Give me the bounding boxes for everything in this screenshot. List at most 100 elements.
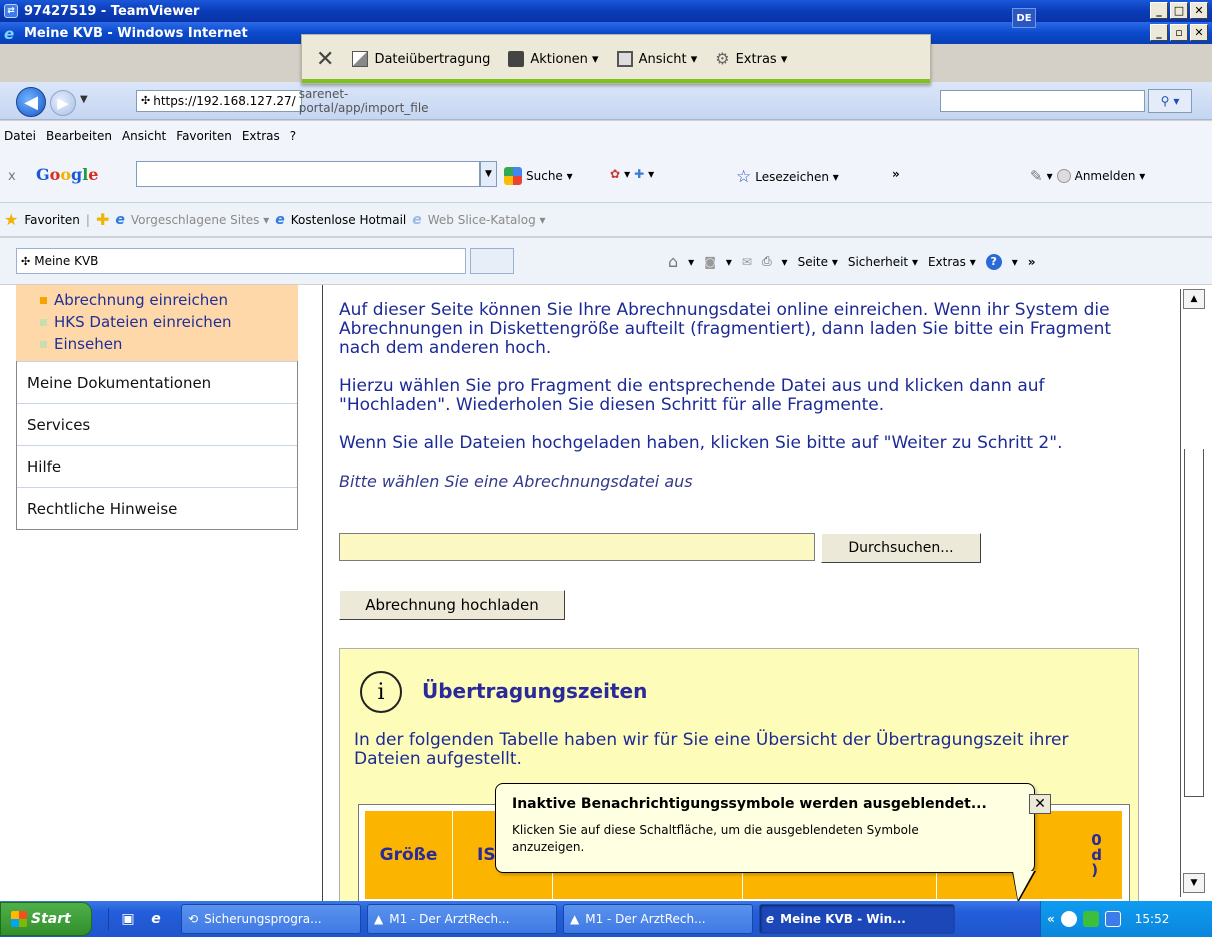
taskbar: Start ▣ e ⟲ Sicherungsprogra... ▲ M1 - Der…: [0, 901, 1212, 937]
ie-quicklaunch-icon[interactable]: e: [145, 908, 167, 930]
favorites-button[interactable]: Favoriten: [24, 213, 80, 227]
tray-expand-button[interactable]: «: [1047, 912, 1055, 926]
menu-ansicht[interactable]: Ansicht: [122, 129, 166, 143]
ie-page-icon: e: [115, 211, 125, 228]
menu-datei[interactable]: Datei: [4, 129, 36, 143]
browse-button[interactable]: Durchsuchen...: [821, 533, 981, 563]
google-search-input[interactable]: [136, 161, 480, 187]
language-indicator[interactable]: DE: [1012, 8, 1036, 28]
menu-favoriten[interactable]: Favoriten: [176, 129, 232, 143]
upload-button[interactable]: Abrechnung hochladen: [339, 590, 565, 620]
ie-page-icon: e: [412, 211, 422, 228]
taskbar-item-ie[interactable]: e Meine KVB - Win...: [759, 904, 955, 934]
more-chevron-icon[interactable]: »: [892, 167, 900, 181]
submenu-abrechnung-einreichen[interactable]: Abrechnung einreichen: [40, 289, 298, 311]
page-menu[interactable]: Seite ▾: [798, 255, 838, 269]
google-toolbar-close-button[interactable]: x: [8, 169, 16, 184]
sidebar-item-hilfe[interactable]: Hilfe: [17, 445, 297, 487]
ie-icon: e: [4, 25, 15, 43]
submenu-label: Einsehen: [54, 335, 123, 353]
clock: 15:52: [1134, 912, 1170, 926]
add-favorite-icon[interactable]: ✚: [96, 210, 109, 229]
taskbar-item-backup[interactable]: ⟲ Sicherungsprogra...: [181, 904, 361, 934]
tray-app-icon[interactable]: [1060, 911, 1077, 927]
balloon-close-button[interactable]: ✕: [1029, 794, 1051, 814]
forward-button[interactable]: ▶: [50, 90, 76, 116]
taskbar-item-arztrech-2[interactable]: ▲ M1 - Der ArztRech...: [563, 904, 753, 934]
search-button[interactable]: ⚲ ▾: [1148, 89, 1192, 113]
view-icon: [616, 51, 633, 67]
start-button[interactable]: Start: [0, 902, 92, 936]
taskbar-item-arztrech-1[interactable]: ▲ M1 - Der ArztRech...: [367, 904, 557, 934]
submenu-einsehen[interactable]: Einsehen: [40, 333, 298, 355]
scroll-down-icon[interactable]: ▼: [1183, 873, 1205, 893]
menu-help[interactable]: ?: [290, 129, 296, 143]
teamviewer-close-session-button[interactable]: ✕: [316, 47, 334, 72]
live-search-input[interactable]: [940, 90, 1145, 112]
bookmarks-label: Lesezeichen ▾: [755, 170, 839, 184]
teamviewer-title: 97427519 - TeamViewer: [24, 3, 200, 19]
sidebar-item-dokumentationen[interactable]: Meine Dokumentationen: [17, 361, 297, 403]
balloon-tail-fill: [1013, 871, 1034, 900]
command-bar: ⌂ ▾ ◙ ▾ ✉ ⎙ ▾ Seite ▾ Sicherheit ▾ Extras ▾…: [668, 252, 1036, 271]
extras-menu[interactable]: ⚙ Extras ▾: [715, 51, 787, 67]
back-button[interactable]: ◀: [16, 87, 46, 117]
ie-minimize-button[interactable]: _: [1150, 24, 1168, 41]
view-menu[interactable]: Ansicht ▾: [616, 51, 698, 67]
feeds-icon[interactable]: ◙: [704, 255, 716, 269]
view-label: Ansicht ▾: [638, 51, 698, 67]
wrench-icon: ✎: [1030, 167, 1043, 185]
app-icon: ▲: [570, 912, 580, 926]
sidebar-item-rechtliche-hinweise[interactable]: Rechtliche Hinweise: [17, 487, 297, 529]
google-search-label: Suche ▾: [526, 169, 573, 183]
help-icon[interactable]: ?: [985, 253, 1002, 270]
close-button[interactable]: ✕: [1190, 2, 1208, 19]
menu-bearbeiten[interactable]: Bearbeiten: [46, 129, 112, 143]
scroll-thumb[interactable]: [1184, 449, 1204, 797]
submenu-hks-dateien[interactable]: HKS Dateien einreichen: [40, 311, 298, 333]
google-search-dropdown-icon[interactable]: ▼: [480, 161, 497, 187]
show-desktop-icon[interactable]: ▣: [117, 908, 139, 930]
bookmarks-button[interactable]: ☆ Lesezeichen ▾: [736, 167, 839, 187]
security-menu[interactable]: Sicherheit ▾: [848, 255, 918, 269]
file-transfer-button[interactable]: Dateiübertragung: [352, 51, 490, 67]
ie-close-button[interactable]: ✕: [1190, 24, 1208, 41]
tray-network-icon[interactable]: [1082, 911, 1099, 927]
home-icon[interactable]: ⌂: [668, 252, 678, 271]
vertical-scrollbar[interactable]: ▲ ▼: [1180, 289, 1206, 897]
print-icon[interactable]: ⎙: [762, 254, 772, 269]
tools-menu[interactable]: Extras ▾: [928, 255, 976, 269]
notification-balloon[interactable]: Inaktive Benachrichtigungssymbole werden…: [495, 783, 1051, 873]
tray-teamviewer-icon[interactable]: [1104, 911, 1121, 927]
next-step-paragraph: Wenn Sie alle Dateien hochgeladen haben,…: [339, 433, 1063, 453]
google-toolbar-buttons[interactable]: ✿ ▾ ✚ ▾: [610, 167, 654, 181]
sidebar-nav: Meine Dokumentationen Services Hilfe Rec…: [16, 361, 298, 530]
instruction-paragraph: Hierzu wählen Sie pro Fragment die entsp…: [339, 376, 1045, 415]
signin-button[interactable]: ✎ ▾ Anmelden ▾: [1030, 167, 1145, 185]
actions-icon: [508, 51, 525, 67]
gear-icon: ⚙: [715, 49, 730, 68]
tab-meine-kvb[interactable]: ✣ Meine KVB: [16, 248, 466, 274]
suggested-sites-button[interactable]: Vorgeschlagene Sites ▾: [131, 213, 269, 227]
file-hint-label: Bitte wählen Sie eine Abrechnungsdatei a…: [339, 472, 693, 491]
new-tab-button[interactable]: [470, 248, 514, 274]
mail-icon[interactable]: ✉: [742, 255, 752, 269]
dropdown-icon: ▾: [648, 167, 655, 181]
google-search-button[interactable]: Suche ▾: [504, 167, 573, 185]
menu-extras[interactable]: Extras: [242, 129, 280, 143]
web-slice-button[interactable]: Web Slice-Katalog ▾: [428, 213, 546, 227]
bullet-icon: [40, 341, 47, 348]
file-transfer-icon: [352, 51, 369, 67]
ie-restore-button[interactable]: ▫: [1170, 24, 1188, 41]
hotmail-link[interactable]: Kostenlose Hotmail: [291, 213, 406, 227]
actions-menu[interactable]: Aktionen ▾: [508, 51, 599, 67]
ie-window-controls: _ ▫ ✕: [1150, 24, 1208, 41]
more-chevron-icon[interactable]: »: [1028, 255, 1036, 269]
scroll-up-icon[interactable]: ▲: [1183, 289, 1205, 309]
maximize-button[interactable]: □: [1170, 2, 1188, 19]
address-input[interactable]: ✣ https://192.168.127.27/ sarenet-portal…: [136, 87, 429, 115]
minimize-button[interactable]: _: [1150, 2, 1168, 19]
file-path-input[interactable]: [339, 533, 815, 561]
sidebar-item-services[interactable]: Services: [17, 403, 297, 445]
history-dropdown-icon[interactable]: ▼: [80, 94, 88, 105]
